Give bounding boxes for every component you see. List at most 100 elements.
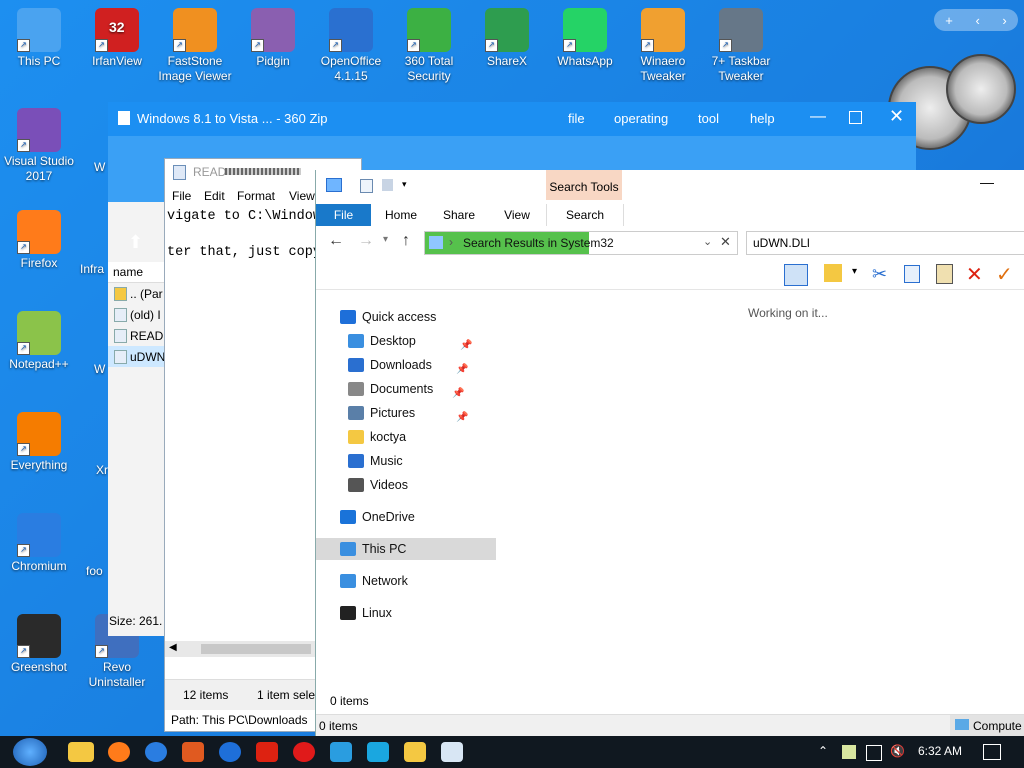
scroll-left-icon[interactable]: ◀ bbox=[169, 642, 177, 653]
desktop-icon[interactable]: ↗ ShareX bbox=[468, 8, 546, 69]
pin-icon[interactable]: 📌 bbox=[456, 359, 468, 381]
cut-icon[interactable]: ✂ bbox=[872, 264, 887, 285]
paste-icon[interactable] bbox=[936, 264, 953, 284]
desktop-icon[interactable]: ↗ 32 IrfanView bbox=[78, 8, 156, 69]
desktop-icon[interactable]: ↗ Everything bbox=[0, 412, 78, 473]
nav-item[interactable]: Linux bbox=[340, 602, 392, 624]
start-button[interactable] bbox=[13, 738, 47, 766]
notepad-menu-format[interactable]: Format bbox=[237, 189, 275, 203]
forward-arrow-icon[interactable]: → bbox=[358, 232, 374, 250]
desktop-icon[interactable]: ↗ Winaero Tweaker bbox=[624, 8, 702, 84]
address-dropdown-icon[interactable]: ⌄ bbox=[703, 235, 712, 248]
notepad-line[interactable]: vigate to C:\Window bbox=[167, 209, 321, 224]
address-bar[interactable]: › Search Results in System32 ⌄ bbox=[424, 231, 738, 255]
new-folder-icon[interactable] bbox=[382, 179, 393, 191]
notepad-line[interactable]: ter that, just copy bbox=[167, 245, 321, 260]
zip-menu-file[interactable]: file bbox=[568, 111, 585, 126]
desktop-icon[interactable]: ↗ Firefox bbox=[0, 210, 78, 271]
skype-taskbar-icon[interactable] bbox=[367, 742, 389, 762]
nav-item[interactable]: Network bbox=[340, 570, 408, 592]
column-header-name[interactable]: name bbox=[113, 265, 143, 279]
minimize-icon[interactable]: — bbox=[810, 108, 826, 126]
nav-item[interactable]: Pictures 📌 bbox=[348, 402, 468, 424]
desktop-icon[interactable]: ↗ Visual Studio 2017 bbox=[0, 108, 78, 184]
desktop-icon[interactable]: ↗ Greenshot bbox=[0, 614, 78, 675]
nav-item[interactable]: OneDrive bbox=[340, 506, 415, 528]
brave-taskbar-icon[interactable] bbox=[182, 742, 204, 762]
tab-view[interactable]: View bbox=[492, 204, 542, 226]
notification-icon[interactable] bbox=[983, 744, 1001, 760]
layout-icon[interactable] bbox=[824, 264, 842, 282]
file-row[interactable]: READI bbox=[108, 325, 167, 346]
preview-pane-icon[interactable] bbox=[784, 264, 808, 286]
folder-taskbar-icon[interactable] bbox=[404, 742, 426, 762]
up-arrow-icon[interactable]: ↑ bbox=[402, 232, 410, 250]
delete-icon[interactable]: ✕ bbox=[966, 262, 983, 287]
file-row[interactable]: uDWN bbox=[108, 346, 165, 367]
tab-home[interactable]: Home bbox=[376, 204, 426, 226]
notepad-menu-file[interactable]: File bbox=[172, 189, 191, 203]
tab-search[interactable]: Search bbox=[546, 204, 624, 226]
nav-item[interactable]: Desktop 📌 bbox=[348, 330, 472, 352]
wps-taskbar-icon[interactable] bbox=[256, 742, 278, 762]
nav-item[interactable]: Music bbox=[348, 450, 403, 472]
desktop-icon[interactable]: ↗ Chromium bbox=[0, 513, 78, 574]
copy-icon[interactable] bbox=[904, 265, 920, 283]
forward-icon[interactable]: › bbox=[1002, 13, 1006, 28]
desktop-icon[interactable]: ↗ Pidgin bbox=[234, 8, 312, 69]
minimize-icon[interactable]: — bbox=[980, 174, 994, 190]
nav-item[interactable]: koctya bbox=[348, 426, 406, 448]
search-input[interactable]: uDWN.DLl bbox=[746, 231, 1024, 255]
file-row[interactable]: .. (Par bbox=[108, 283, 164, 304]
volume-muted-icon[interactable]: 🔇 bbox=[890, 744, 905, 758]
network-icon[interactable] bbox=[866, 745, 882, 761]
nav-item[interactable]: Downloads 📌 bbox=[348, 354, 468, 376]
pin-icon[interactable]: 📌 bbox=[456, 407, 468, 429]
desktop-icon[interactable]: ↗ Notepad++ bbox=[0, 311, 78, 372]
desktop-widget-buttons[interactable]: + ‹ › bbox=[934, 9, 1018, 31]
zip-menu-operating[interactable]: operating bbox=[614, 111, 668, 126]
desktop-icon[interactable]: ↗ 360 Total Security bbox=[390, 8, 468, 84]
rename-check-icon[interactable]: ✓ bbox=[996, 262, 1013, 287]
notepad-menu-edit[interactable]: Edit bbox=[204, 189, 225, 203]
properties-icon[interactable] bbox=[360, 179, 373, 193]
horizontal-scrollbar[interactable]: ◀ bbox=[165, 641, 315, 657]
clear-search-icon[interactable]: ✕ bbox=[720, 234, 731, 250]
firefox-taskbar-icon[interactable] bbox=[108, 742, 130, 762]
opera-taskbar-icon[interactable] bbox=[293, 742, 315, 762]
tab-file[interactable]: File bbox=[316, 204, 371, 226]
maximize-icon[interactable] bbox=[849, 111, 862, 124]
tray-app-icon[interactable] bbox=[842, 745, 856, 759]
computer-location[interactable]: Compute bbox=[950, 715, 1024, 737]
scroll-thumb[interactable] bbox=[201, 644, 311, 654]
recent-chevron-icon[interactable]: ▾ bbox=[383, 234, 388, 245]
nav-item[interactable]: This PC bbox=[316, 538, 496, 560]
notepad-menu-view[interactable]: View bbox=[289, 189, 315, 203]
zip-menu-tool[interactable]: tool bbox=[698, 111, 719, 126]
plus-icon[interactable]: + bbox=[945, 13, 953, 28]
app-taskbar-icon[interactable] bbox=[330, 742, 352, 762]
clock[interactable]: 6:32 AM bbox=[918, 744, 962, 758]
explorer-taskbar-icon[interactable] bbox=[68, 742, 94, 762]
close-icon[interactable]: ✕ bbox=[889, 106, 904, 127]
desktop-icon[interactable]: ↗ OpenOffice 4.1.15 bbox=[312, 8, 390, 84]
file-row[interactable]: (old) I bbox=[108, 304, 164, 325]
desktop-icon[interactable]: ↗ 7+ Taskbar Tweaker bbox=[702, 8, 780, 84]
desktop-icon[interactable]: ↗ WhatsApp bbox=[546, 8, 624, 69]
desktop-icon[interactable]: ↗ FastStone Image Viewer bbox=[156, 8, 234, 84]
notepad-taskbar-icon[interactable] bbox=[441, 742, 463, 762]
pin-icon[interactable]: 📌 bbox=[452, 383, 464, 405]
back-arrow-icon[interactable]: ← bbox=[328, 232, 344, 250]
nav-item[interactable]: Videos bbox=[348, 474, 408, 496]
up-arrow-icon[interactable]: ⬆ bbox=[128, 232, 143, 253]
chevron-down-icon[interactable]: ▾ bbox=[402, 179, 407, 190]
tray-chevron-icon[interactable]: ⌃ bbox=[818, 744, 828, 758]
zip-menu-help[interactable]: help bbox=[750, 111, 775, 126]
tab-share[interactable]: Share bbox=[434, 204, 484, 226]
browser-taskbar-icon[interactable] bbox=[219, 742, 241, 762]
desktop-icon[interactable]: ↗ This PC bbox=[0, 8, 78, 69]
layout-chevron-icon[interactable]: ▾ bbox=[852, 266, 857, 277]
nav-item[interactable]: Quick access bbox=[340, 306, 436, 328]
back-icon[interactable]: ‹ bbox=[975, 13, 979, 28]
pin-icon[interactable]: 📌 bbox=[460, 335, 472, 357]
